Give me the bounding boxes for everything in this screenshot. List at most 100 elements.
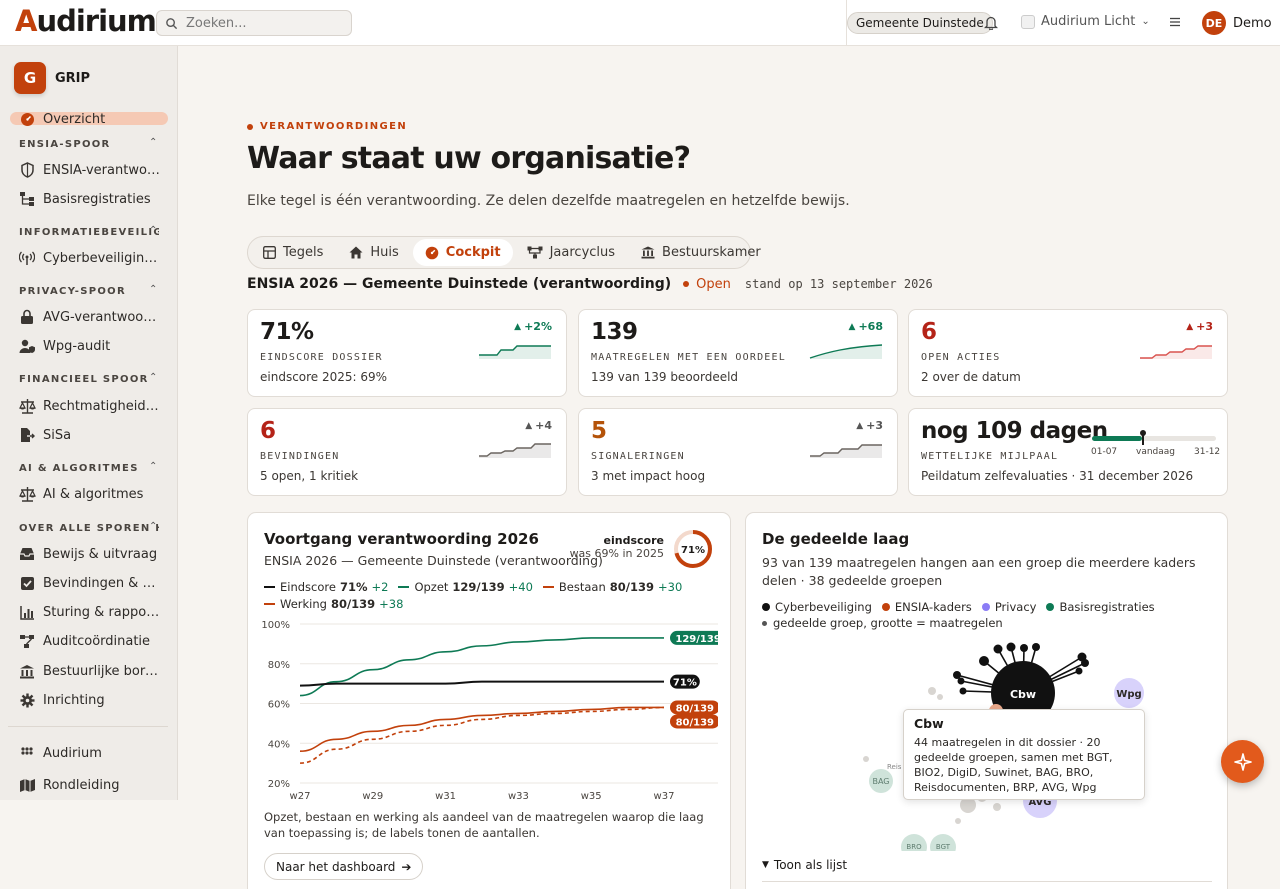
y-tick-label: 20% (268, 779, 290, 790)
sidebar-item-ensia[interactable]: ENSIA-verantwoordingen (18, 160, 161, 180)
x-tick-label: w35 (581, 791, 602, 802)
chevron-up-icon[interactable]: ⌃ (149, 521, 157, 532)
graph-legend-note: gedeelde groep, grootte = maatregelen (762, 616, 1003, 630)
chevron-up-icon[interactable]: ⌃ (149, 137, 157, 148)
tooltip-body: 44 maatregelen in dit dossier · 20 gedee… (914, 736, 1113, 794)
app-logo[interactable]: Audirium (15, 4, 157, 38)
chevron-up-icon[interactable]: ⌃ (149, 225, 157, 236)
list-divider (762, 881, 1212, 882)
tab-bestuurskamer[interactable]: Bestuurskamer (629, 239, 773, 266)
theme-selector[interactable]: Audirium Licht ⌄ (1021, 14, 1150, 29)
kpi-tile-open-acties[interactable]: 6 OPEN ACTIES 2 over de datum ▲ +3 (908, 309, 1228, 397)
sidebar-divider (8, 726, 168, 727)
user-menu[interactable]: DE Demo (1202, 11, 1272, 35)
sidebar-item-bestuurlijke-borging[interactable]: Bestuurlijke borging (18, 661, 161, 681)
kpi-tile-signaleringen[interactable]: 5 SIGNALERINGEN 3 met impact hoog ▲ +3 (578, 408, 898, 496)
kpi-tile-eindscore[interactable]: 71% EINDSCORE DOSSIER eindscore 2025: 69… (247, 309, 567, 397)
button-label: Naar het dashboard (276, 859, 396, 874)
section-informatiebeveiliging[interactable]: INFORMATIEBEVEILIGING (19, 227, 159, 238)
building-icon (18, 662, 36, 680)
end-label-werking: 80/139 (676, 717, 714, 728)
sidebar-item-basisregistraties[interactable]: Basisregistraties (18, 189, 151, 209)
sidebar-item-audirium[interactable]: Audirium (18, 743, 102, 763)
sidebar-item-rechtmatigheid[interactable]: Rechtmatigheid (VIR) (18, 396, 161, 416)
legend-eindscore: Eindscore 71% +2 (264, 580, 388, 594)
sidebar-item-sturing[interactable]: Sturing & rapportage (18, 602, 161, 622)
chevron-up-icon[interactable]: ⌃ (149, 461, 157, 472)
tab-tegels[interactable]: Tegels (251, 239, 335, 266)
legend-delta: +2 (371, 580, 389, 594)
section-financieel[interactable]: FINANCIEEL SPOOR (19, 374, 159, 385)
node-tooltip: Cbw 44 maatregelen in dit dossier · 20 g… (903, 709, 1145, 800)
sidebar-item-avg[interactable]: AVG-verantwoording (18, 307, 161, 327)
map-icon (18, 776, 36, 794)
sidebar-item-label: Wpg-audit (43, 338, 111, 354)
legend-swatch (264, 586, 275, 588)
sidebar-item-ai[interactable]: AI & algoritmes (18, 484, 143, 504)
score-ring: 71% (674, 530, 712, 568)
menu-icon[interactable] (1168, 15, 1182, 29)
chevron-up-icon[interactable]: ⌃ (149, 284, 157, 295)
search-input[interactable] (186, 15, 346, 31)
assistant-button[interactable] (1221, 740, 1264, 783)
kpi-value: 6 (260, 418, 276, 444)
theme-label: Audirium Licht (1041, 14, 1136, 29)
sidebar-item-label: Basisregistraties (43, 191, 151, 207)
sidebar: G GRIP Overzicht ENSIA-SPOOR ⌃ ENSIA-ver… (0, 46, 178, 800)
list-toggle[interactable]: ▼ Toon als lijst (762, 858, 847, 872)
section-ensia[interactable]: ENSIA-SPOOR (19, 139, 159, 150)
sidebar-item-label: SiSa (43, 427, 72, 443)
tab-jaarcyclus[interactable]: Jaarcyclus (515, 239, 627, 266)
kpi-value: 71% (260, 319, 314, 345)
dashboard-button[interactable]: Naar het dashboard ➔ (264, 853, 424, 880)
sidebar-item-bevindingen[interactable]: Bevindingen & acties (18, 573, 161, 593)
section-privacy[interactable]: PRIVACY-SPOOR (19, 286, 159, 297)
chevron-up-icon[interactable]: ⌃ (149, 372, 157, 383)
avatar: DE (1202, 11, 1226, 35)
sidebar-item-sisa[interactable]: SiSa (18, 425, 71, 445)
node-label-cbw: Cbw (1010, 688, 1036, 701)
kpi-sub: 5 open, 1 kritiek (260, 469, 359, 483)
lock-icon (18, 308, 36, 326)
card-subtitle: 93 van 139 maatregelen hangen aan een gr… (762, 555, 1196, 588)
gauge-icon (425, 246, 439, 260)
tab-huis[interactable]: Huis (337, 239, 410, 266)
section-over-alle-sporen[interactable]: OVER ALLE SPOREN HEEN (19, 523, 159, 534)
legend-dot (762, 620, 767, 626)
kpi-delta-value: +68 (858, 320, 883, 333)
node-label-wpg: Wpg (1116, 689, 1141, 700)
kpi-delta-value: +4 (535, 419, 552, 432)
kpi-value: 139 (591, 319, 638, 345)
progress-card: Voortgang verantwoording 2026 ENSIA 2026… (247, 512, 731, 889)
sidebar-item-overzicht[interactable]: Overzicht (18, 109, 105, 129)
sidebar-item-cyberbeveiligingswet[interactable]: Cyberbeveiligingswet (18, 248, 161, 268)
sidebar-item-label: AVG-verantwoording (43, 309, 161, 325)
app-switcher[interactable]: G GRIP (14, 62, 90, 94)
legend-name: Bestaan (558, 580, 606, 594)
bell-icon[interactable] (984, 15, 998, 30)
legend-name: Cyberbeveiliging (775, 600, 872, 614)
kpi-tile-maatregelen[interactable]: 139 MAATREGELEN MET EEN OORDEEL 139 van … (578, 309, 898, 397)
kpi-tile-deadline[interactable]: nog 109 dagen WETTELIJKE MIJLPAAL Peilda… (908, 408, 1228, 496)
legend-value: 71% (339, 580, 368, 594)
section-ai[interactable]: AI & ALGORITMES (19, 463, 159, 474)
kpi-tile-bevindingen[interactable]: 6 BEVINDINGEN 5 open, 1 kritiek ▲ +4 (247, 408, 567, 496)
sparkline (1140, 345, 1212, 359)
sidebar-item-wpg[interactable]: Wpg-audit (18, 336, 110, 356)
sidebar-item-label: Rechtmatigheid (VIR) (43, 398, 161, 414)
sidebar-item-auditcoordinatie[interactable]: Auditcoördinatie (18, 631, 150, 651)
kpi-value: 5 (591, 418, 607, 444)
org-selector[interactable]: Gemeente Duinstede (847, 12, 993, 34)
antenna-icon (18, 249, 36, 267)
sidebar-item-inrichting[interactable]: Inrichting (18, 690, 105, 710)
deadline-sub: Peildatum zelfevaluaties · 31 december 2… (921, 469, 1194, 483)
sidebar-item-bewijs[interactable]: Bewijs & uitvraag (18, 544, 157, 564)
search-box[interactable] (156, 10, 352, 36)
x-tick-label: w29 (362, 791, 383, 802)
tab-cockpit[interactable]: Cockpit (412, 239, 513, 266)
x-tick-label: w37 (654, 791, 675, 802)
sidebar-item-rondleiding[interactable]: Rondleiding (18, 775, 119, 795)
legend-name: Privacy (994, 600, 1037, 614)
sidebar-item-label: Overzicht (43, 111, 106, 127)
user-name: Demo (1233, 15, 1272, 31)
